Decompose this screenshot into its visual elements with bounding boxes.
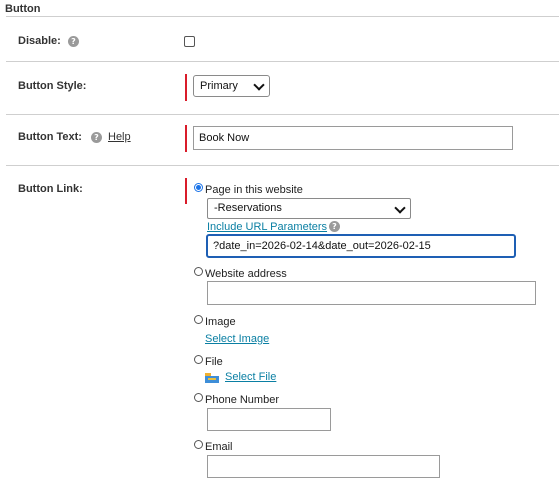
divider bbox=[6, 16, 559, 17]
help-icon[interactable]: ? bbox=[329, 221, 340, 232]
radio-website-label: Website address bbox=[205, 268, 287, 280]
button-text-label: Button Text: bbox=[18, 131, 82, 143]
chevron-down-icon bbox=[394, 201, 406, 214]
required-indicator bbox=[185, 178, 187, 204]
help-link[interactable]: Help bbox=[108, 131, 131, 143]
disable-checkbox[interactable] bbox=[184, 36, 195, 47]
button-link-label: Button Link: bbox=[18, 183, 83, 195]
chevron-down-icon bbox=[253, 79, 265, 91]
select-image-link[interactable]: Select Image bbox=[205, 333, 269, 345]
section-title: Button bbox=[5, 3, 41, 15]
disable-label: Disable: bbox=[18, 35, 61, 47]
url-params-input[interactable]: ?date_in=2026-02-14&date_out=2026-02-15 bbox=[206, 234, 516, 258]
button-text-input[interactable]: Book Now bbox=[193, 126, 513, 150]
button-style-value: Primary bbox=[200, 80, 238, 92]
file-icon bbox=[205, 373, 219, 383]
page-select-value: -Reservations bbox=[214, 202, 282, 214]
phone-number-input[interactable] bbox=[207, 408, 331, 431]
button-style-label: Button Style: bbox=[18, 80, 87, 92]
help-icon[interactable]: ? bbox=[91, 132, 102, 143]
radio-file-label: File bbox=[205, 356, 223, 368]
radio-phone-label: Phone Number bbox=[205, 394, 279, 406]
required-indicator bbox=[185, 125, 187, 152]
radio-page[interactable] bbox=[194, 183, 203, 192]
select-file-link[interactable]: Select File bbox=[225, 371, 276, 383]
radio-file[interactable] bbox=[194, 355, 203, 364]
divider bbox=[6, 165, 559, 166]
website-address-input[interactable] bbox=[207, 281, 536, 305]
radio-page-label: Page in this website bbox=[205, 184, 303, 196]
radio-email-label: Email bbox=[205, 441, 233, 453]
radio-website[interactable] bbox=[194, 267, 203, 276]
page-select[interactable]: -Reservations bbox=[207, 198, 411, 219]
help-icon[interactable]: ? bbox=[68, 36, 79, 47]
radio-email[interactable] bbox=[194, 440, 203, 449]
email-input[interactable] bbox=[207, 455, 440, 478]
include-url-params-link[interactable]: Include URL Parameters bbox=[207, 221, 327, 233]
divider bbox=[6, 61, 559, 62]
required-indicator bbox=[185, 74, 187, 101]
radio-image-label: Image bbox=[205, 316, 236, 328]
radio-image[interactable] bbox=[194, 315, 203, 324]
radio-phone[interactable] bbox=[194, 393, 203, 402]
button-style-select[interactable]: Primary bbox=[193, 75, 270, 97]
divider bbox=[6, 114, 559, 115]
